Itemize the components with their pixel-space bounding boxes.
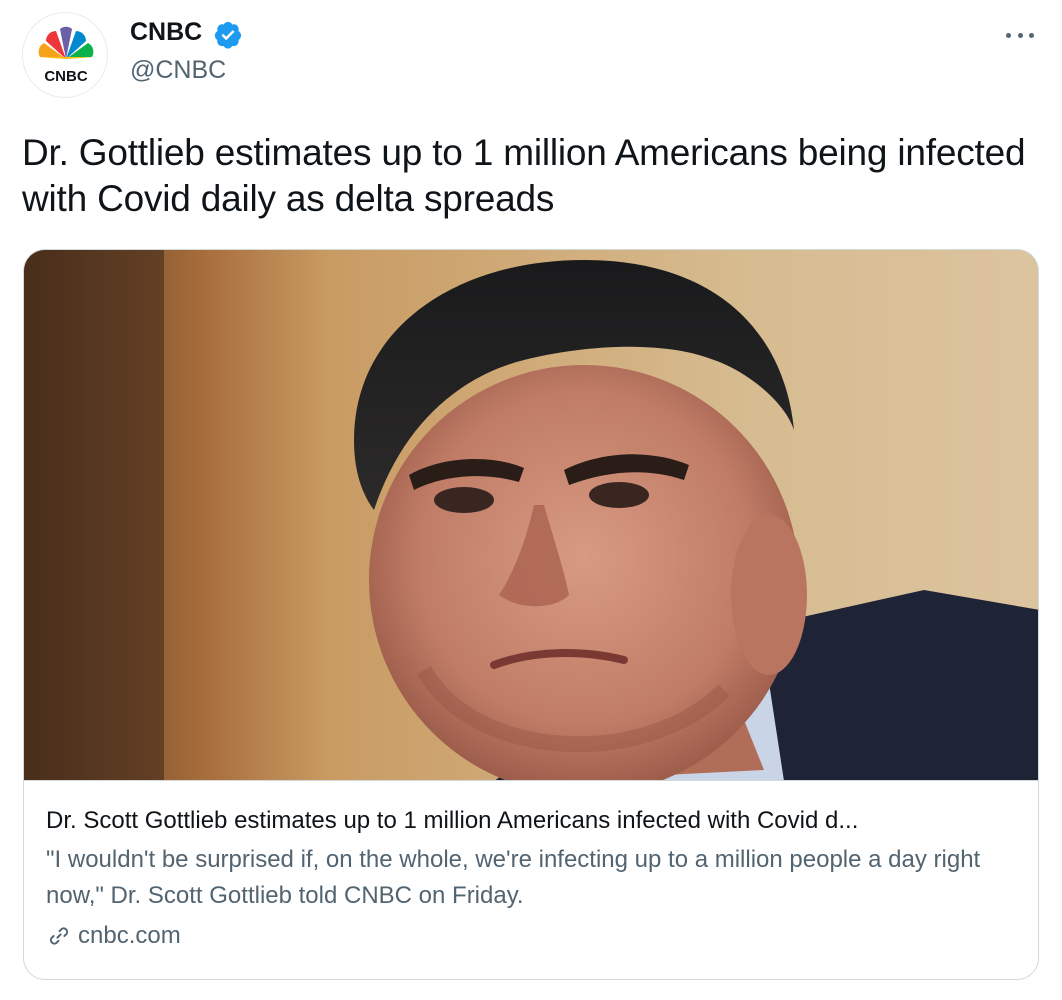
more-options-icon[interactable]: [1002, 22, 1038, 48]
author-name[interactable]: CNBC: [130, 18, 202, 47]
cnbc-peacock-logo-icon: CNBC: [38, 26, 94, 85]
card-domain-row[interactable]: cnbc.com: [46, 922, 1016, 950]
link-icon: [49, 927, 69, 945]
card-description: "I wouldn't be surprised if, on the whol…: [46, 846, 981, 909]
more-dot: [1029, 32, 1034, 38]
card-domain: cnbc.com: [78, 922, 181, 949]
more-dot: [1006, 32, 1011, 38]
svg-text:CNBC: CNBC: [44, 68, 87, 85]
card-title[interactable]: Dr. Scott Gottlieb estimates up to 1 mil…: [46, 806, 996, 836]
tweet-text: Dr. Gottlieb estimates up to 1 million A…: [22, 132, 1026, 219]
verified-badge-icon: [214, 21, 242, 49]
author-handle[interactable]: @CNBC: [130, 56, 226, 85]
card-photo-image: [24, 250, 1038, 780]
avatar[interactable]: CNBC: [22, 12, 108, 98]
more-dot: [1017, 32, 1023, 38]
tweet: CNBC CNBC @CNBC Dr. Gottlieb estimates u…: [0, 0, 1062, 1000]
card-image[interactable]: [24, 250, 1038, 781]
card-body: Dr. Scott Gottlieb estimates up to 1 mil…: [46, 806, 1016, 950]
link-card[interactable]: Dr. Scott Gottlieb estimates up to 1 mil…: [23, 249, 1039, 980]
